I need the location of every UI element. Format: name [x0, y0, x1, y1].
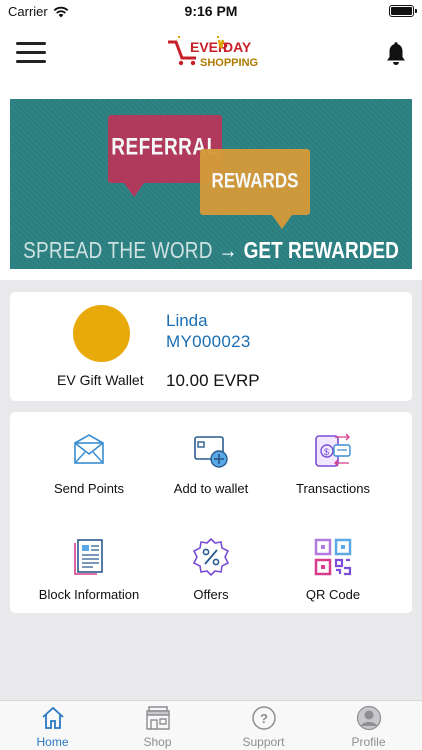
- block-information-label: Block Information: [38, 587, 140, 602]
- wallet-coin-icon: [73, 305, 130, 362]
- user-name: Linda: [166, 311, 208, 330]
- percent-badge-icon: [192, 537, 230, 577]
- transactions-icon: $: [315, 433, 351, 467]
- app-header: EVER DAY SHOPPING: [0, 22, 422, 88]
- qr-code-icon: [314, 538, 352, 576]
- add-to-wallet-button[interactable]: Add to wallet: [144, 415, 278, 505]
- battery-icon: [389, 5, 417, 17]
- transactions-label: Transactions: [296, 481, 370, 496]
- svg-text:$: $: [324, 447, 329, 457]
- envelope-icon: [74, 434, 104, 464]
- add-to-wallet-label: Add to wallet: [173, 481, 249, 496]
- rewards-bubble: REWARDS: [200, 149, 310, 229]
- banner-tagline: SPREAD THE WORD → GET REWARDED: [10, 239, 412, 265]
- shop-icon: [145, 706, 170, 730]
- tab-profile-label: Profile: [351, 735, 386, 749]
- block-information-button[interactable]: Block Information: [22, 521, 156, 611]
- menu-button[interactable]: [16, 42, 46, 66]
- document-icon: [74, 539, 103, 575]
- wallet-label: EV Gift Wallet: [57, 372, 144, 388]
- banner-section: REFERRAL REWARDS SPREAD THE WORD → GET REW…: [0, 88, 422, 280]
- offers-label: Offers: [193, 587, 229, 602]
- tab-support-label: Support: [242, 735, 285, 749]
- user-id: MY000023: [166, 332, 251, 351]
- qr-code-label: QR Code: [305, 587, 361, 602]
- transactions-button[interactable]: $ Transactions: [266, 415, 400, 505]
- help-icon: ?: [251, 706, 276, 730]
- wallet-add-icon: [194, 436, 228, 468]
- profile-icon: [356, 705, 381, 731]
- status-time: 9:16 PM: [184, 3, 238, 19]
- wallet-card: EV Gift Wallet Linda MY000023 10.00 EVRP: [10, 292, 412, 401]
- wallet-balance: 10.00 EVRP: [166, 371, 260, 390]
- qr-code-button[interactable]: QR Code: [266, 521, 400, 611]
- actions-card: Send Points Add to wallet $ Transactions: [10, 412, 412, 613]
- notification-bell-icon[interactable]: [385, 42, 407, 66]
- send-points-label: Send Points: [53, 481, 125, 496]
- arrow-icon: →: [218, 238, 238, 264]
- tab-home[interactable]: Home: [0, 701, 105, 750]
- svg-text:SHOPPING: SHOPPING: [200, 57, 258, 69]
- send-points-button[interactable]: Send Points: [22, 415, 156, 505]
- referral-banner[interactable]: REFERRAL REWARDS SPREAD THE WORD → GET REW…: [10, 99, 412, 269]
- offers-button[interactable]: Offers: [144, 521, 278, 611]
- rewards-text: REWARDS: [211, 168, 299, 193]
- tagline-part-2: GET REWARDED: [243, 238, 399, 264]
- tab-profile[interactable]: Profile: [316, 701, 421, 750]
- bottom-tab-bar: Home Shop ? Support Profile: [0, 700, 422, 750]
- status-bar: Carrier 9:16 PM: [0, 0, 422, 22]
- tab-shop[interactable]: Shop: [105, 701, 210, 750]
- svg-text:?: ?: [260, 711, 268, 726]
- home-icon: [41, 706, 64, 729]
- tab-shop-label: Shop: [143, 735, 172, 749]
- tab-home-label: Home: [36, 735, 69, 749]
- everyday-shopping-logo: EVER DAY SHOPPING: [168, 36, 258, 69]
- tab-support[interactable]: ? Support: [211, 701, 316, 750]
- svg-text:DAY: DAY: [223, 39, 252, 55]
- tagline-part-1: SPREAD THE WORD: [23, 238, 213, 264]
